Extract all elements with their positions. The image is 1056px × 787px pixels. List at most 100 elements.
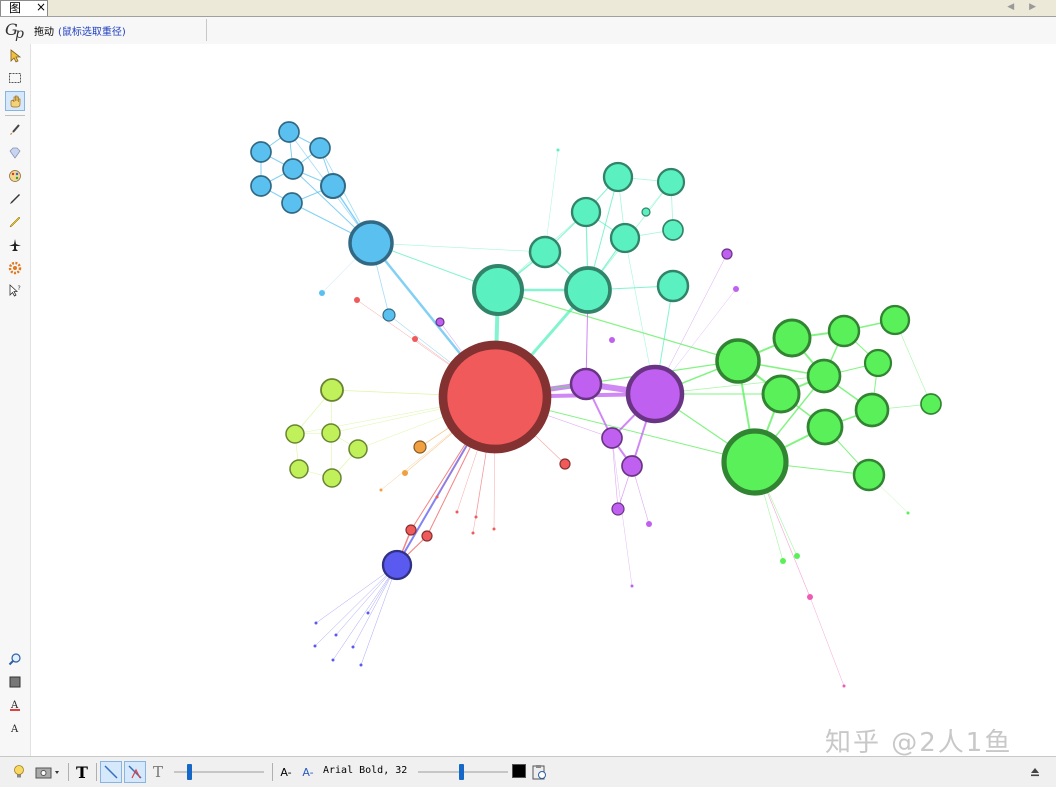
graph-node[interactable]	[780, 558, 786, 564]
graph-node[interactable]	[250, 141, 272, 163]
graph-node[interactable]	[319, 290, 325, 296]
graph-node[interactable]	[772, 318, 812, 358]
graph-node[interactable]	[715, 338, 761, 384]
graph-node[interactable]	[282, 158, 304, 180]
show-edges-button[interactable]	[100, 761, 122, 783]
graph-node[interactable]	[438, 340, 552, 454]
settings-tool-button[interactable]	[5, 258, 25, 278]
graph-node[interactable]	[564, 266, 612, 314]
graph-node[interactable]	[322, 468, 342, 488]
screenshot-button[interactable]	[33, 761, 63, 783]
graph-node[interactable]	[250, 175, 272, 197]
graph-node[interactable]	[402, 470, 408, 476]
show-edge-labels-button[interactable]: T	[148, 761, 168, 783]
graph-node[interactable]	[435, 495, 439, 499]
graph-node[interactable]	[351, 645, 355, 649]
graph-node[interactable]	[471, 531, 475, 535]
rectangle-select-button[interactable]	[5, 68, 25, 88]
graph-node[interactable]	[806, 358, 842, 394]
font-size-decrease-button[interactable]: A-	[277, 761, 295, 783]
font-selector[interactable]: Arial Bold, 32	[323, 765, 407, 776]
graph-node[interactable]	[348, 439, 368, 459]
label-font-button[interactable]: A	[5, 718, 25, 738]
graph-node[interactable]	[474, 515, 478, 519]
graph-canvas[interactable]: 知乎 @2人1鱼	[31, 44, 1056, 758]
show-labels-button[interactable]: T	[72, 761, 92, 783]
graph-node[interactable]	[313, 644, 317, 648]
graph-node[interactable]	[492, 527, 496, 531]
eject-button[interactable]	[1026, 761, 1044, 783]
shortest-path-button[interactable]	[5, 235, 25, 255]
graph-node[interactable]	[421, 530, 433, 542]
graph-node[interactable]	[721, 248, 733, 260]
graph-node[interactable]	[920, 393, 942, 415]
graph-node[interactable]	[331, 658, 335, 662]
graph-node[interactable]	[528, 235, 562, 269]
graph-node[interactable]	[646, 521, 652, 527]
graph-node[interactable]	[611, 502, 625, 516]
graph-node[interactable]	[621, 455, 643, 477]
graph-node[interactable]	[413, 440, 427, 454]
graph-node[interactable]	[842, 684, 846, 688]
tab-graph[interactable]: 图 ×	[0, 0, 48, 16]
graph-node[interactable]	[733, 286, 739, 292]
graph-node[interactable]	[807, 594, 813, 600]
graph-node[interactable]	[472, 264, 524, 316]
graph-node[interactable]	[854, 392, 890, 428]
graph-node[interactable]	[382, 308, 396, 322]
close-icon[interactable]: ×	[36, 0, 46, 15]
graph-node[interactable]	[721, 428, 789, 496]
graph-node[interactable]	[381, 549, 413, 581]
graph-node[interactable]	[641, 207, 651, 217]
drag-tool-button[interactable]	[5, 91, 25, 111]
background-color-button[interactable]	[5, 672, 25, 692]
network-graph[interactable]	[31, 44, 1056, 756]
label-size-slider-thumb[interactable]	[459, 764, 464, 780]
graph-node[interactable]	[285, 424, 305, 444]
attributes-button[interactable]	[529, 761, 549, 783]
hint-button[interactable]	[8, 761, 30, 783]
text-color-swatch[interactable]	[512, 764, 526, 778]
graph-node[interactable]	[906, 511, 910, 515]
graph-node[interactable]	[320, 378, 344, 402]
graph-node[interactable]	[314, 621, 318, 625]
select-tool-button[interactable]	[5, 46, 25, 66]
graph-node[interactable]	[602, 161, 634, 193]
tab-scroll-arrows[interactable]: ◀ ▶	[1007, 0, 1042, 15]
heat-map-button[interactable]	[5, 166, 25, 186]
graph-node[interactable]	[556, 148, 560, 152]
graph-node[interactable]	[656, 269, 690, 303]
graph-node[interactable]	[289, 459, 309, 479]
font-size-increase-button[interactable]: A-	[299, 761, 317, 783]
zoom-tool-button[interactable]	[5, 649, 25, 669]
graph-node[interactable]	[359, 663, 363, 667]
graph-node[interactable]	[321, 423, 341, 443]
graph-node[interactable]	[662, 219, 684, 241]
brush-tool-button[interactable]	[5, 120, 25, 140]
graph-node[interactable]	[601, 427, 623, 449]
pencil-tool-button[interactable]	[5, 189, 25, 209]
graph-node[interactable]	[569, 367, 603, 401]
graph-node[interactable]	[863, 348, 893, 378]
color-tool-button[interactable]	[5, 143, 25, 163]
graph-node[interactable]	[609, 222, 641, 254]
graph-node[interactable]	[281, 192, 303, 214]
edge-color-button[interactable]	[124, 761, 146, 783]
graph-node[interactable]	[320, 173, 346, 199]
graph-node[interactable]	[309, 137, 331, 159]
graph-node[interactable]	[827, 314, 861, 348]
edit-tool-button[interactable]: ?	[5, 281, 25, 301]
graph-node[interactable]	[366, 611, 370, 615]
graph-node[interactable]	[794, 553, 800, 559]
graph-node[interactable]	[379, 488, 383, 492]
graph-node[interactable]	[625, 364, 685, 424]
graph-node[interactable]	[334, 633, 338, 637]
graph-node[interactable]	[354, 297, 360, 303]
graph-node[interactable]	[806, 408, 844, 446]
graph-node[interactable]	[656, 167, 686, 197]
graph-node[interactable]	[455, 510, 459, 514]
graph-node[interactable]	[879, 304, 911, 336]
label-color-button[interactable]: A	[5, 695, 25, 715]
edge-pencil-button[interactable]	[5, 212, 25, 232]
graph-node[interactable]	[852, 458, 886, 492]
